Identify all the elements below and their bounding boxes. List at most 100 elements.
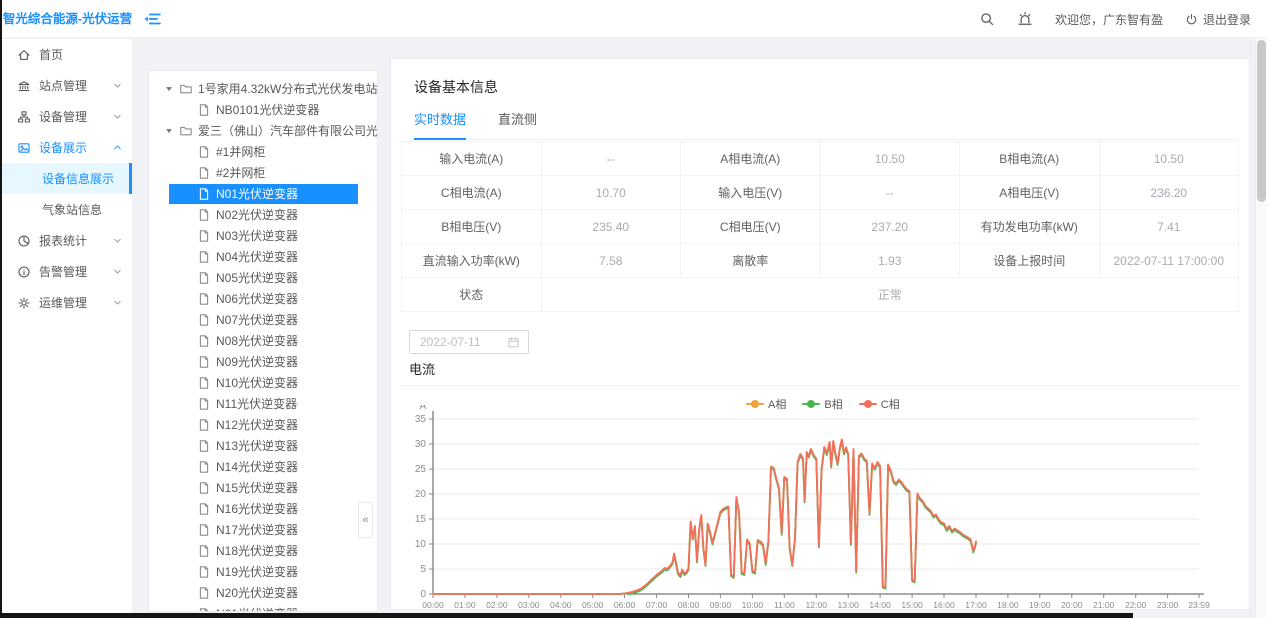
report-icon <box>17 234 31 248</box>
tree-item[interactable]: N18光伏逆变器 <box>149 540 377 561</box>
x-tick-label: 07:00 <box>646 600 668 609</box>
tree-item-box[interactable]: N06光伏逆变器 <box>197 289 298 309</box>
file-icon <box>197 565 211 579</box>
tree-item-box[interactable]: N18光伏逆变器 <box>197 541 298 561</box>
tree-item[interactable]: N11光伏逆变器 <box>149 393 377 414</box>
x-tick-label: 23:59 <box>1188 600 1210 609</box>
tree-item[interactable]: N12光伏逆变器 <box>149 414 377 435</box>
tree-item[interactable]: NB0101光伏逆变器 <box>149 99 377 120</box>
tree-item-box[interactable]: #2并网柜 <box>197 163 265 183</box>
tree-item-box[interactable]: N21光伏逆变器 <box>197 604 298 613</box>
tree-item-box[interactable]: N10光伏逆变器 <box>197 373 298 393</box>
alert-icon <box>17 265 31 279</box>
tab-0[interactable]: 实时数据 <box>414 103 466 140</box>
tree-item[interactable]: #1并网柜 <box>149 141 377 162</box>
tree-item[interactable]: N15光伏逆变器 <box>149 477 377 498</box>
tree-item[interactable]: N14光伏逆变器 <box>149 456 377 477</box>
tree-node-label: NB0101光伏逆变器 <box>216 101 319 118</box>
tree-item[interactable]: N08光伏逆变器 <box>149 330 377 351</box>
sidebar-item-home[interactable]: 首页 <box>2 39 132 70</box>
y-tick-label: 5 <box>420 564 426 575</box>
info-value: 237.20 <box>820 210 960 244</box>
logout-button[interactable]: 退出登录 <box>1185 11 1251 28</box>
file-icon <box>197 586 211 600</box>
tree-item[interactable]: N09光伏逆变器 <box>149 351 377 372</box>
tree-item-box[interactable]: N07光伏逆变器 <box>197 310 298 330</box>
tree-item-box[interactable]: N20光伏逆变器 <box>197 583 298 603</box>
tree-item-box[interactable]: N11光伏逆变器 <box>197 394 297 414</box>
series-phase-a <box>433 440 976 595</box>
scrollbar-thumb[interactable] <box>1257 40 1266 202</box>
sidebar-item-device-display[interactable]: 设备展示 <box>2 132 132 163</box>
tree-item[interactable]: N03光伏逆变器 <box>149 225 377 246</box>
sidebar-item-label: 设备展示 <box>39 139 87 156</box>
tree-item[interactable]: N02光伏逆变器 <box>149 204 377 225</box>
header: 智光综合能源-光伏运营 欢迎您，广东智有盈 退出登录 <box>2 0 1267 38</box>
menu-fold-icon[interactable] <box>143 10 161 28</box>
tree-item[interactable]: N20光伏逆变器 <box>149 582 377 603</box>
sidebar-item-label: 站点管理 <box>39 77 87 94</box>
file-icon <box>197 103 211 117</box>
tree-item-box[interactable]: N12光伏逆变器 <box>197 415 298 435</box>
tree-item-box[interactable]: N14光伏逆变器 <box>197 457 298 477</box>
tree-item-box[interactable]: N04光伏逆变器 <box>197 247 298 267</box>
sidebar-item-alarm-management[interactable]: 告警管理 <box>2 256 132 287</box>
tree-item-box[interactable]: N01光伏逆变器 <box>169 184 358 204</box>
sidebar-item-device-management[interactable]: 设备管理 <box>2 101 132 132</box>
tree-item-box[interactable]: #1并网柜 <box>197 142 265 162</box>
tree-item-box[interactable]: N13光伏逆变器 <box>197 436 298 456</box>
tree-item[interactable]: N16光伏逆变器 <box>149 498 377 519</box>
sidebar-item-ops-management[interactable]: 运维管理 <box>2 287 132 318</box>
sidebar-item-report-statistics[interactable]: 报表统计 <box>2 225 132 256</box>
x-tick-label: 08:00 <box>678 600 700 609</box>
info-value: 236.20 <box>1099 176 1239 210</box>
header-right: 欢迎您，广东智有盈 退出登录 <box>979 0 1251 38</box>
date-picker[interactable]: 2022-07-11 <box>409 330 529 354</box>
tree-item-box[interactable]: N09光伏逆变器 <box>197 352 298 372</box>
tree-node-label: N21光伏逆变器 <box>216 605 298 612</box>
tree-item-box[interactable]: N05光伏逆变器 <box>197 268 298 288</box>
sidebar-item-device-info-display[interactable]: 设备信息展示 <box>2 163 132 194</box>
tree-item[interactable]: N05光伏逆变器 <box>149 267 377 288</box>
device-tree-panel: 1号家用4.32kW分布式光伏发电站 NB0101光伏逆变器爱三（佛山）汽车部件有… <box>148 70 378 612</box>
sidebar-item-site-management[interactable]: 站点管理 <box>2 70 132 101</box>
tree-item-box[interactable]: NB0101光伏逆变器 <box>197 100 319 120</box>
file-icon <box>197 271 211 285</box>
tree-item[interactable]: N06光伏逆变器 <box>149 288 377 309</box>
tree-collapse-handle[interactable]: « <box>358 502 373 538</box>
sidebar-item-weather-station-info[interactable]: 气象站信息 <box>2 194 132 225</box>
tree-item-box[interactable]: N16光伏逆变器 <box>197 499 298 519</box>
tree-item-box[interactable]: N02光伏逆变器 <box>197 205 298 225</box>
tree-item[interactable]: #2并网柜 <box>149 162 377 183</box>
tree-item-box[interactable]: N17光伏逆变器 <box>197 520 298 540</box>
tree-node-label: #2并网柜 <box>216 164 265 181</box>
tree-item[interactable]: N21光伏逆变器 <box>149 603 377 612</box>
device-info-table: 输入电流(A)--A相电流(A)10.50B相电流(A)10.50C相电流(A)… <box>401 141 1239 312</box>
tree-item-box[interactable]: N08光伏逆变器 <box>197 331 298 351</box>
tree-item[interactable]: N01光伏逆变器 <box>149 183 377 204</box>
tree-item[interactable]: N10光伏逆变器 <box>149 372 377 393</box>
tree-node-label: 爱三（佛山）汽车部件有限公司光伏发 <box>198 122 377 139</box>
tree-folder[interactable]: 1号家用4.32kW分布式光伏发电站 <box>149 78 377 99</box>
tree-node-label: N05光伏逆变器 <box>216 269 298 286</box>
tree-item[interactable]: N13光伏逆变器 <box>149 435 377 456</box>
y-tick-label: 0 <box>420 589 426 600</box>
alarm-siren-icon[interactable] <box>1017 11 1033 27</box>
file-icon <box>197 145 211 159</box>
tree-item-box[interactable]: N03光伏逆变器 <box>197 226 298 246</box>
tree-item[interactable]: N04光伏逆变器 <box>149 246 377 267</box>
info-label: 设备上报时间 <box>960 244 1100 278</box>
tree-folder[interactable]: 爱三（佛山）汽车部件有限公司光伏发 <box>149 120 377 141</box>
tree-node-label: N10光伏逆变器 <box>216 374 298 391</box>
tree-item-box[interactable]: N15光伏逆变器 <box>197 478 298 498</box>
caret-down-icon[interactable] <box>163 125 175 137</box>
tree-item[interactable]: N07光伏逆变器 <box>149 309 377 330</box>
tree-item-box[interactable]: N19光伏逆变器 <box>197 562 298 582</box>
section-divider <box>401 385 1239 386</box>
tree-item[interactable]: N17光伏逆变器 <box>149 519 377 540</box>
tree-item[interactable]: N19光伏逆变器 <box>149 561 377 582</box>
chevron-down-icon <box>112 235 123 246</box>
search-icon[interactable] <box>979 11 995 27</box>
tab-1[interactable]: 直流侧 <box>498 103 537 140</box>
caret-down-icon[interactable] <box>163 83 175 95</box>
